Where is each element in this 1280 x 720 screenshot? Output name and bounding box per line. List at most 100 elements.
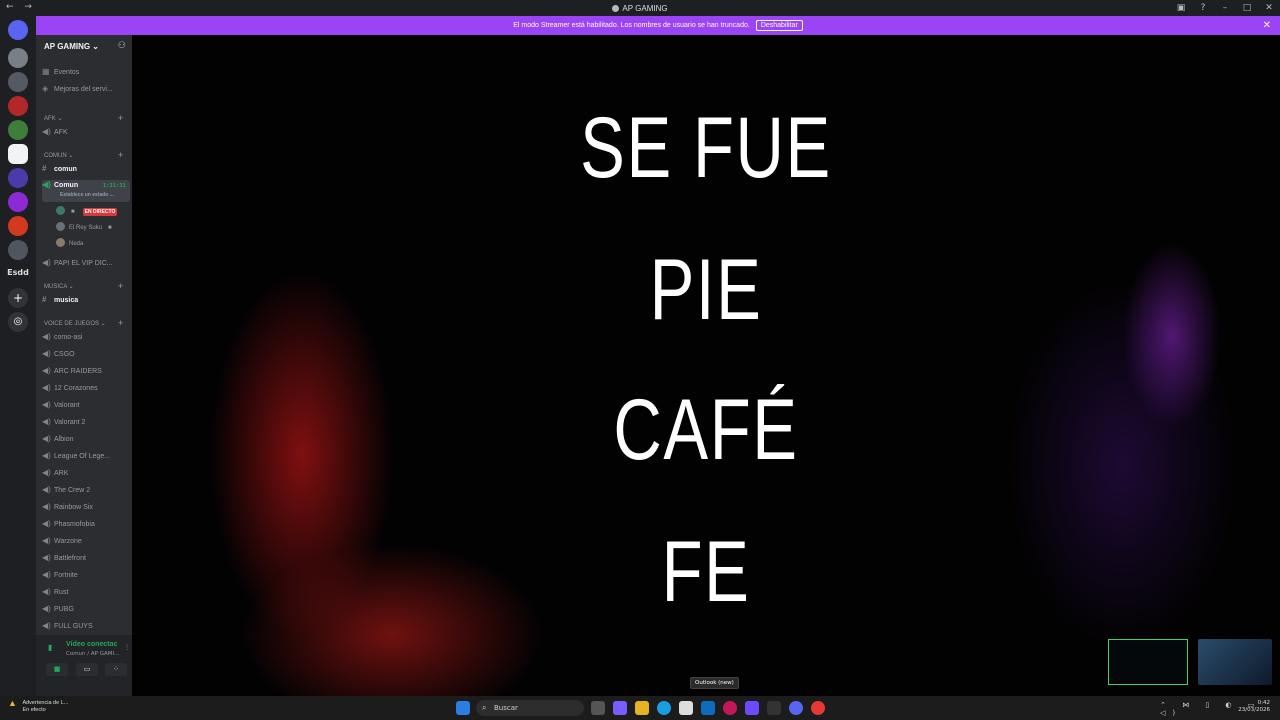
add-server-icon[interactable]: +	[8, 288, 28, 308]
category-afk[interactable]: AFK ⌄ +	[44, 113, 123, 123]
participant-tile[interactable]	[1198, 639, 1272, 685]
add-channel-icon[interactable]: +	[118, 281, 123, 291]
help-icon[interactable]: ?	[1192, 3, 1214, 13]
category-voice-games[interactable]: VOICE DE JUEGOS ⌄ +	[44, 318, 123, 328]
task-view-icon[interactable]	[591, 701, 605, 715]
add-channel-icon[interactable]: +	[118, 113, 123, 123]
speaker-icon: ◀)	[42, 332, 51, 341]
disable-streamer-button[interactable]: Deshabilitar	[755, 20, 803, 31]
speaker-icon: ◀)	[42, 434, 51, 443]
close-button[interactable]: ✕	[1258, 3, 1280, 13]
discord-home-icon[interactable]	[8, 20, 28, 40]
voice-channel[interactable]: ◀) Valorant 2	[42, 417, 130, 431]
voice-channel[interactable]: ◀) como-asi	[42, 332, 130, 346]
voice-channel[interactable]: ◀) Fortnite	[42, 570, 130, 584]
file-explorer-icon[interactable]	[635, 701, 649, 715]
voice-channel[interactable]: ◀) ARC RAIDERS	[42, 366, 130, 380]
maximize-button[interactable]: □	[1236, 3, 1258, 13]
server-icon[interactable]	[8, 96, 28, 116]
voice-channel[interactable]: ◀) 12 Corazones	[42, 383, 130, 397]
close-icon[interactable]: ✕	[1263, 20, 1271, 31]
voice-channel[interactable]: ◀) FULL GUYS	[42, 621, 130, 635]
speaker-icon: ◀)	[42, 258, 51, 267]
streamer-mode-banner: El modo Streamer está habilitado. Los no…	[36, 16, 1280, 35]
server-icon	[612, 4, 620, 12]
title-bar: ← → AP GAMING ▣ ? – □ ✕	[0, 0, 1280, 16]
inbox-icon[interactable]: ▣	[1170, 3, 1192, 13]
live-badge: EN DIRECTO	[82, 208, 118, 216]
category-comun[interactable]: COMUN ⌄ +	[44, 150, 123, 160]
voice-user[interactable]: El Rey Suku ■	[56, 222, 130, 234]
weather-widget[interactable]: ▲ Advertencia de L... En efecto	[8, 699, 68, 714]
voice-connection-panel: ▮ Vídeo conectac Comun / AP GAMI... ⫶ ⌒ …	[36, 635, 132, 696]
add-channel-icon[interactable]: +	[118, 150, 123, 160]
category-musica[interactable]: MUSICA ⌄ +	[44, 281, 123, 291]
boost-item[interactable]: ◈ Mejoras del servi...	[42, 84, 130, 98]
voice-channel[interactable]: ◀) PUBG	[42, 604, 130, 618]
explore-icon[interactable]: ◎	[8, 312, 28, 332]
voice-channel[interactable]: ◀) Albion	[42, 434, 130, 448]
store-icon[interactable]	[679, 701, 693, 715]
copilot-icon[interactable]	[613, 701, 627, 715]
server-icon[interactable]	[8, 168, 28, 188]
app-icon[interactable]	[745, 701, 759, 715]
discord-icon[interactable]	[789, 701, 803, 715]
add-channel-icon[interactable]: +	[118, 318, 123, 328]
voice-channel-afk[interactable]: ◀) AFK	[42, 127, 130, 141]
add-member-icon[interactable]: ⚇	[118, 41, 126, 51]
text-channel-musica[interactable]: # musica	[42, 295, 130, 309]
opera-icon[interactable]	[723, 701, 737, 715]
voice-server[interactable]: Comun / AP GAMI...	[66, 651, 119, 657]
text-channel-comun[interactable]: # comun	[42, 164, 130, 178]
events-item[interactable]: ▦ Eventos	[42, 67, 130, 81]
activities-button[interactable]: ⁘	[105, 663, 127, 676]
voice-channel[interactable]: ◀) Rust	[42, 587, 130, 601]
voice-user[interactable]: Neda	[56, 238, 130, 250]
banner-text: El modo Streamer está habilitado. Los no…	[513, 22, 750, 29]
server-header[interactable]: AP GAMING ⌄ ⚇	[36, 35, 132, 59]
voice-user[interactable]: ■ EN DIRECTO	[56, 206, 130, 218]
server-icon[interactable]	[8, 48, 28, 68]
voice-channel[interactable]: ◀) PAPI EL VIP DIC...	[42, 258, 130, 272]
obs-icon[interactable]	[767, 701, 781, 715]
server-icon[interactable]	[8, 72, 28, 92]
noise-icon[interactable]: ⫶	[126, 643, 128, 653]
speaker-icon: ◀)	[42, 604, 51, 613]
voice-channel[interactable]: ◀) The Crew 2	[42, 485, 130, 499]
screen-share-button[interactable]: ▭	[76, 663, 98, 676]
server-icon[interactable]	[8, 216, 28, 236]
outlook-icon[interactable]	[701, 701, 715, 715]
speaker-icon: ◀)	[42, 417, 51, 426]
start-icon[interactable]	[456, 701, 470, 715]
folder-label[interactable]: Esdd	[0, 268, 36, 277]
clock[interactable]: 0:42 23/03/2026	[1238, 700, 1270, 714]
voice-status[interactable]: Vídeo conectac	[66, 641, 117, 648]
server-icon[interactable]	[8, 240, 28, 260]
active-server-icon[interactable]	[8, 144, 28, 164]
minimize-button[interactable]: –	[1214, 3, 1236, 13]
voice-channel-comun[interactable]: ◀) Comun 1:31:31 Establece un estado ...	[42, 180, 130, 202]
stream-view[interactable]: SE FUE PIE CAFÉ FE	[132, 35, 1280, 696]
search-box[interactable]: ⌕ Buscar	[476, 700, 584, 716]
voice-channel[interactable]: ◀) Valorant	[42, 400, 130, 414]
voice-channel[interactable]: ◀) Phasmofobia	[42, 519, 130, 533]
server-rail: Esdd + ◎	[0, 16, 36, 696]
voice-channel[interactable]: ◀) Warzone	[42, 536, 130, 550]
camera-button[interactable]: ■	[46, 663, 68, 676]
speaker-icon: ◀)	[42, 536, 51, 545]
voice-channel[interactable]: ◀) Battlefront	[42, 553, 130, 567]
app-icon[interactable]	[811, 701, 825, 715]
calendar-icon: ▦	[42, 67, 50, 76]
voice-channel[interactable]: ◀) Rainbow Six	[42, 502, 130, 516]
server-icon[interactable]	[8, 120, 28, 140]
voice-channel[interactable]: ◀) ARK	[42, 468, 130, 482]
voice-channel[interactable]: ◀) CSGO	[42, 349, 130, 363]
server-icon[interactable]	[8, 192, 28, 212]
edge-icon[interactable]	[657, 701, 671, 715]
status-text[interactable]: Establece un estado ...	[60, 192, 114, 198]
voice-channel[interactable]: ◀) League Of Lege...	[42, 451, 130, 465]
participant-tile[interactable]	[1108, 639, 1188, 685]
call-timer: 1:31:31	[102, 183, 126, 189]
avatar	[56, 222, 65, 231]
server-name[interactable]: AP GAMING ⌄	[44, 42, 99, 51]
